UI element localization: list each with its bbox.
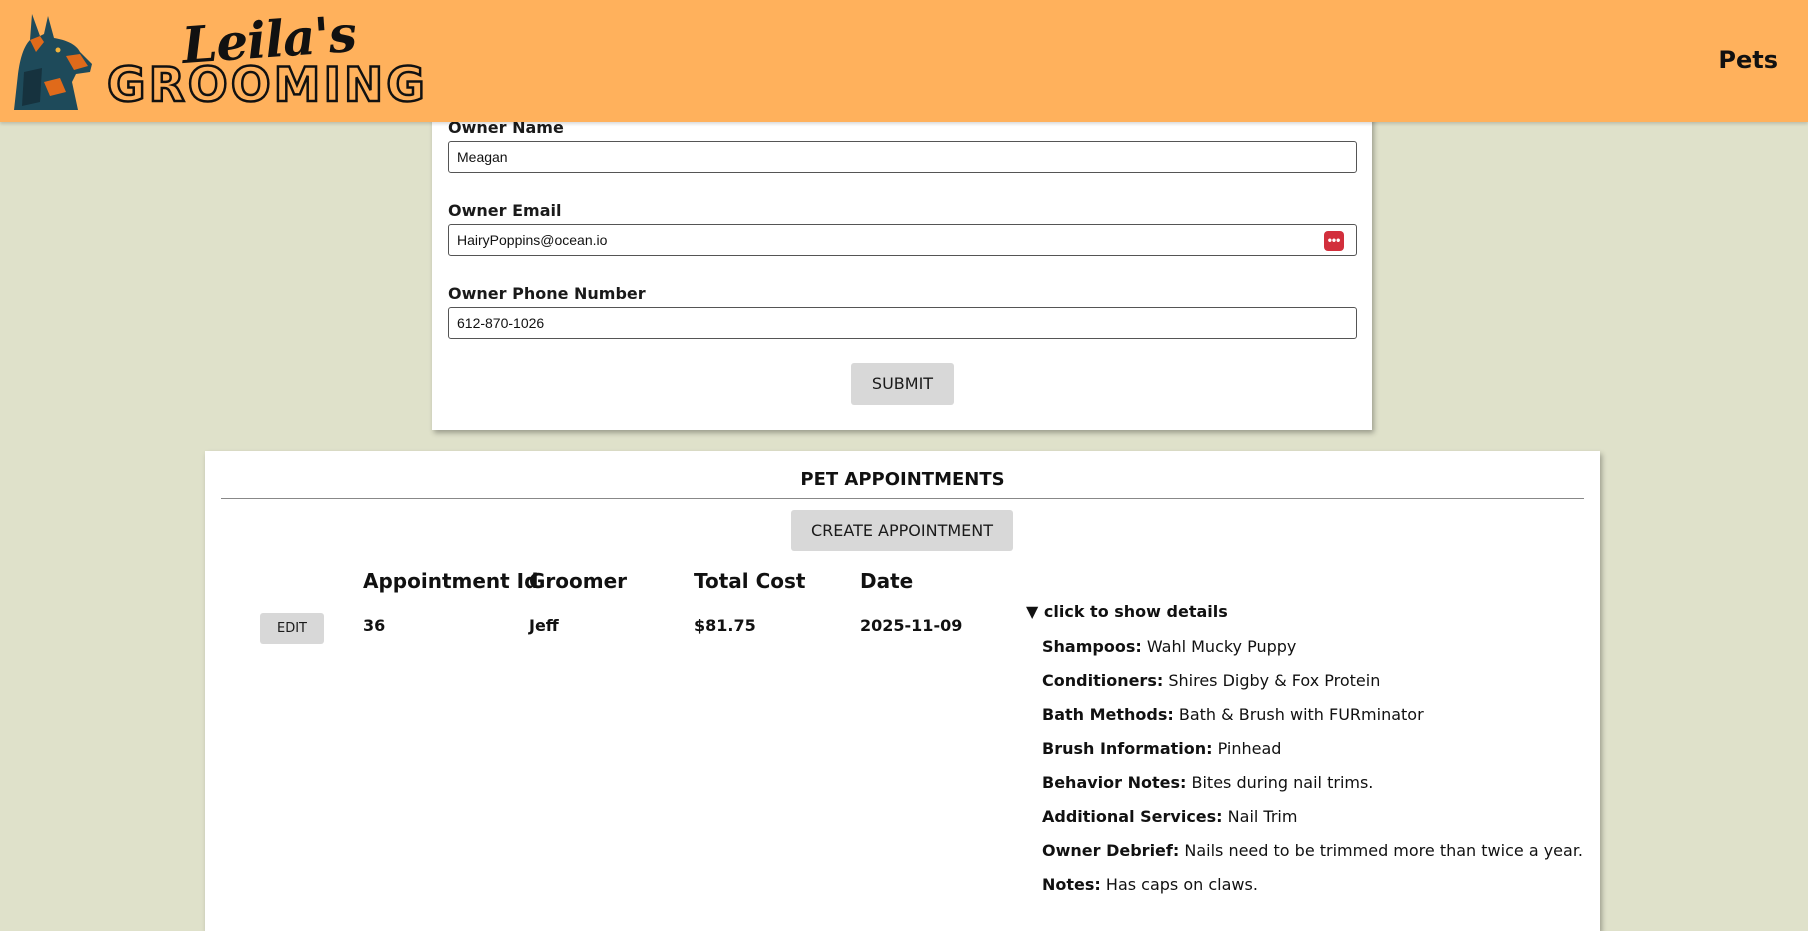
logo-word-text: GROOMING (106, 57, 428, 115)
site-header: Leila's GROOMING Pets (0, 0, 1808, 122)
appointment-details: ▼ click to show details Shampoos: Wahl M… (1026, 601, 1586, 902)
column-header-total-cost: Total Cost (694, 569, 806, 593)
detail-value: Bites during nail trims. (1191, 773, 1374, 792)
detail-key: Behavior Notes: (1042, 773, 1187, 792)
owner-name-input[interactable]: Meagan (448, 141, 1357, 173)
submit-button[interactable]: SUBMIT (851, 363, 954, 405)
owner-phone-input[interactable]: 612-870-1026 (448, 307, 1357, 339)
detail-value: Pinhead (1217, 739, 1282, 758)
total-cost-cell: $81.75 (694, 616, 756, 635)
appointment-id-cell: 36 (363, 616, 386, 635)
owner-name-value: Meagan (457, 149, 508, 165)
detail-owner-debrief: Owner Debrief: Nails need to be trimmed … (1042, 834, 1586, 868)
owner-email-input[interactable]: HairyPoppins@ocean.io ••• (448, 224, 1357, 256)
detail-value: Shires Digby & Fox Protein (1168, 671, 1381, 690)
details-summary-toggle[interactable]: ▼ click to show details (1026, 601, 1586, 623)
detail-key: Owner Debrief: (1042, 841, 1180, 860)
create-appointment-button[interactable]: CREATE APPOINTMENT (791, 510, 1013, 551)
detail-key: Conditioners: (1042, 671, 1164, 690)
pet-appointments-card: PET APPOINTMENTS CREATE APPOINTMENT Appo… (205, 451, 1600, 931)
detail-brush-information: Brush Information: Pinhead (1042, 732, 1586, 766)
edit-appointment-button[interactable]: EDIT (260, 613, 324, 644)
title-divider (221, 498, 1584, 499)
detail-value: Bath & Brush with FURminator (1178, 705, 1424, 724)
detail-value: Nail Trim (1227, 807, 1298, 826)
detail-value: Has caps on claws. (1105, 875, 1258, 894)
detail-key: Bath Methods: (1042, 705, 1174, 724)
detail-conditioners: Conditioners: Shires Digby & Fox Protein (1042, 664, 1586, 698)
detail-key: Brush Information: (1042, 739, 1213, 758)
owner-email-label: Owner Email (448, 201, 562, 220)
detail-behavior-notes: Behavior Notes: Bites during nail trims. (1042, 766, 1586, 800)
detail-value: Wahl Mucky Puppy (1146, 637, 1297, 656)
details-summary-label: click to show details (1043, 602, 1228, 621)
detail-key: Additional Services: (1042, 807, 1223, 826)
detail-additional-services: Additional Services: Nail Trim (1042, 800, 1586, 834)
column-header-groomer: Groomer (529, 569, 628, 593)
disclosure-triangle-icon: ▼ (1026, 602, 1039, 621)
detail-bath-methods: Bath Methods: Bath & Brush with FURminat… (1042, 698, 1586, 732)
detail-value: Nails need to be trimmed more than twice… (1184, 841, 1584, 860)
column-header-appointment-id: Appointment Id (363, 569, 539, 593)
detail-shampoos: Shampoos: Wahl Mucky Puppy (1042, 630, 1586, 664)
owner-phone-label: Owner Phone Number (448, 284, 646, 303)
detail-notes: Notes: Has caps on claws. (1042, 868, 1586, 902)
groomer-cell: Jeff (529, 616, 559, 635)
owner-email-value: HairyPoppins@ocean.io (457, 232, 608, 248)
date-cell: 2025-11-09 (860, 616, 963, 635)
password-manager-icon[interactable]: ••• (1324, 231, 1344, 251)
appointments-title: PET APPOINTMENTS (800, 469, 1005, 490)
doberman-logo-icon[interactable] (14, 12, 94, 110)
column-header-date: Date (860, 569, 914, 593)
detail-key: Notes: (1042, 875, 1101, 894)
nav-pets-link[interactable]: Pets (1718, 46, 1778, 74)
owner-form-card: Owner Name Meagan Owner Email HairyPoppi… (432, 80, 1372, 430)
owner-phone-value: 612-870-1026 (457, 315, 545, 331)
detail-key: Shampoos: (1042, 637, 1142, 656)
